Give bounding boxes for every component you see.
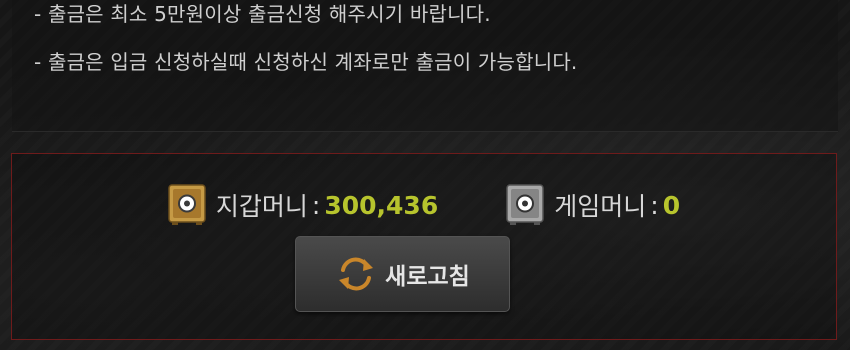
withdraw-notice: - 출금은 최소 5만원이상 출금신청 해주시기 바랍니다. - 출금은 입금 … — [12, 0, 838, 132]
wallet-money: 지갑머니 : 300,436 — [168, 184, 438, 226]
wallet-money-label: 지갑머니 — [215, 192, 308, 221]
refresh-button[interactable]: 새로고침 — [295, 236, 510, 312]
safe-gold-icon — [168, 184, 206, 225]
wallet-money-value: 300,436 — [324, 190, 439, 220]
refresh-button-label: 새로고침 — [385, 264, 470, 290]
game-money-label: 게임머니 — [554, 192, 647, 221]
wallet-panel: 지갑머니 : 300,436 게임머니 : 0 새로고침 — [11, 153, 837, 340]
notice-line: - 출금은 최소 5만원이상 출금신청 해주시기 바랍니다. — [34, 2, 491, 26]
wallet-money-separator: : — [311, 190, 321, 220]
safe-silver-icon — [506, 184, 544, 225]
game-money-value: 0 — [662, 190, 681, 220]
refresh-icon — [339, 257, 374, 291]
game-money: 게임머니 : 0 — [506, 184, 680, 226]
game-money-separator: : — [650, 190, 659, 220]
notice-line: - 출금은 입금 신청하실때 신청하신 계좌로만 출금이 가능합니다. — [34, 50, 578, 74]
money-row: 지갑머니 : 300,436 게임머니 : 0 — [12, 184, 836, 226]
